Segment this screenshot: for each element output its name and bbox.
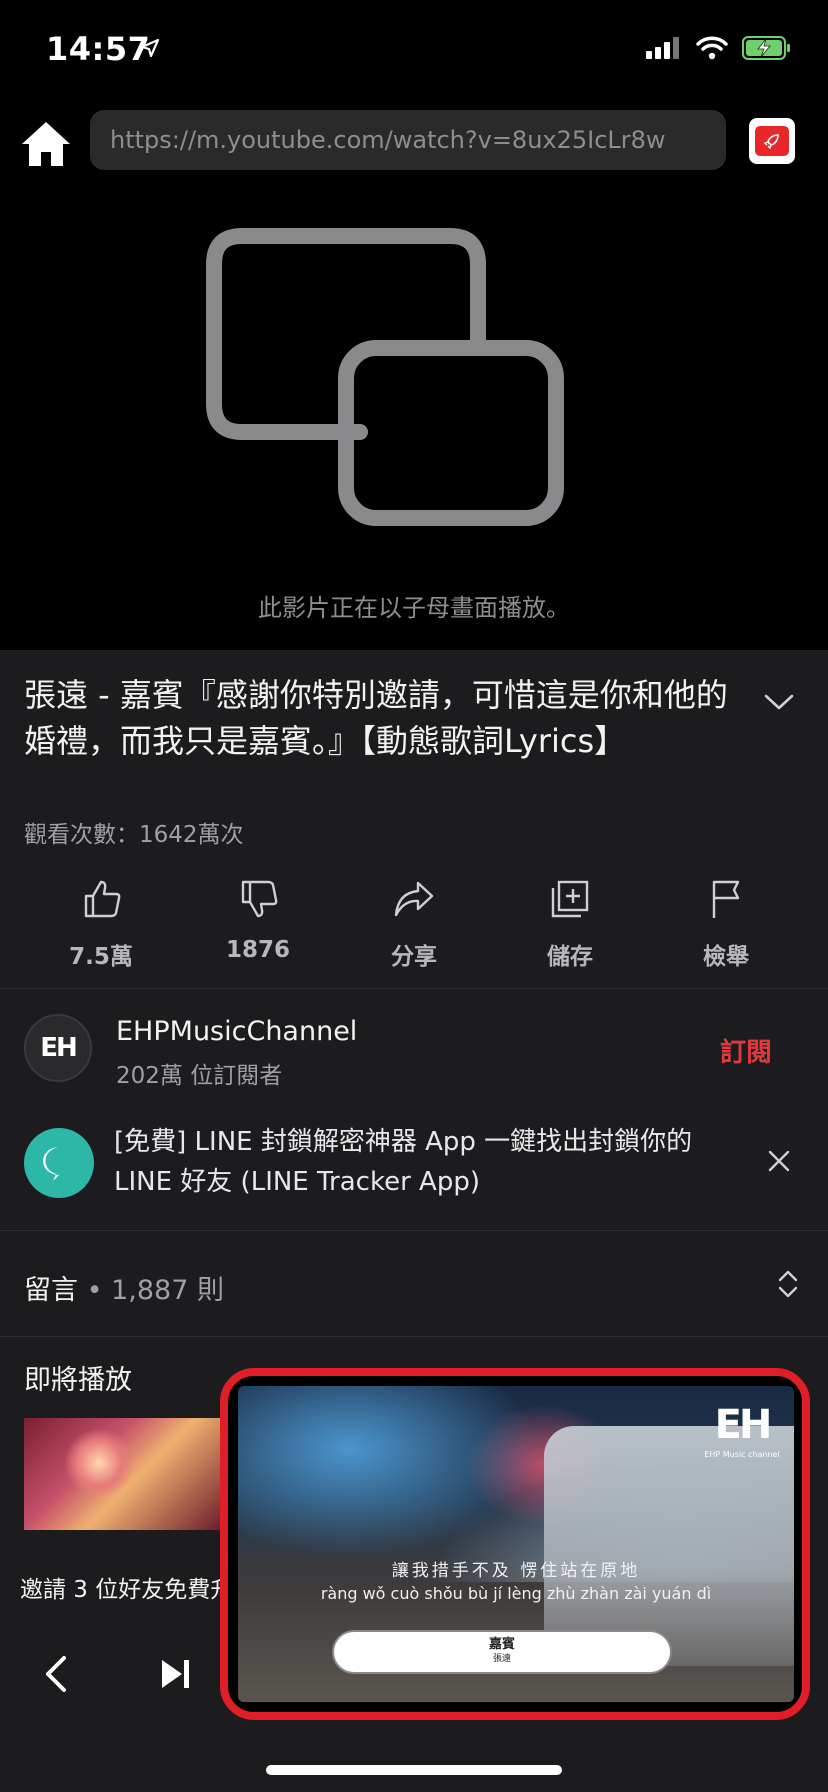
song-title-pill: 嘉賓 張遠 [332, 1630, 672, 1674]
watermark-sub: EHP Music channel [704, 1450, 780, 1459]
channel-avatar[interactable]: EH [24, 1014, 92, 1082]
song-artist: 張遠 [492, 1654, 511, 1664]
pip-video-window[interactable]: EH EHP Music channel 讓我措手不及 愣住站在原地 ràng w… [220, 1368, 810, 1720]
browser-toolbar: https://m.youtube.com/watch?v=8ux25IcLr8… [0, 100, 828, 190]
up-next-heading: 即將播放 [24, 1365, 132, 1396]
subscribe-button[interactable]: 訂閱 [720, 1032, 772, 1069]
rocket-icon [763, 134, 779, 150]
cellular-signal-icon [646, 37, 679, 59]
chevron-down-icon[interactable] [762, 690, 796, 714]
share-button[interactable]: 分享 [354, 875, 474, 971]
comments-count: • 1,887 則 [78, 1275, 224, 1306]
invite-banner[interactable]: 邀請 3 位好友免費升 [20, 1570, 220, 1604]
promoted-app-banner[interactable]: [免費] LINE 封鎖解密神器 App 一鍵找出封鎖你的LINE 好友 (LI… [0, 1108, 828, 1228]
flag-icon [712, 880, 740, 918]
up-next-thumbnail[interactable] [24, 1418, 224, 1530]
pip-video-frame: EH EHP Music channel 讓我措手不及 愣住站在原地 ràng w… [238, 1386, 794, 1702]
view-count: 觀看次數：1642萬次 [24, 822, 244, 848]
like-button[interactable]: 7.5萬 [41, 875, 161, 971]
save-label: 儲存 [547, 944, 593, 970]
comments-section[interactable]: 留言 • 1,887 則 [0, 1232, 828, 1336]
wifi-icon [696, 36, 728, 60]
divider [0, 1336, 828, 1337]
watermark-logo: EH [714, 1402, 773, 1448]
thumbs-up-icon [84, 880, 121, 918]
dislike-button[interactable]: 1876 [198, 875, 318, 963]
battery-charging-icon [742, 36, 790, 60]
ad-text[interactable]: [免費] LINE 封鎖解密神器 App 一鍵找出封鎖你的LINE 好友 (LI… [114, 1122, 734, 1202]
back-arrow-icon[interactable] [42, 1654, 72, 1694]
url-field[interactable]: https://m.youtube.com/watch?v=8ux25IcLr8… [90, 110, 726, 170]
channel-row[interactable]: EH EHPMusicChannel 202萬 位訂閱者 訂閱 [0, 988, 828, 1108]
divider [0, 1230, 828, 1231]
expand-collapse-icon[interactable] [776, 1268, 800, 1300]
picture-in-picture-icon [206, 228, 564, 526]
report-label: 檢舉 [703, 944, 749, 970]
like-count: 7.5萬 [69, 944, 133, 970]
save-button[interactable]: 儲存 [510, 875, 630, 971]
video-title: 張遠 - 嘉賓『感謝你特別邀請，可惜這是你和他的婚禮，而我只是嘉賓。』【動態歌詞… [24, 676, 728, 760]
location-arrow-icon [140, 38, 160, 58]
add-to-playlist-icon [551, 880, 589, 918]
close-icon[interactable] [766, 1148, 792, 1174]
status-indicators [646, 36, 792, 60]
action-row: 7.5萬 1876 分享 儲存 檢舉 [0, 875, 828, 985]
home-indicator[interactable] [266, 1765, 562, 1775]
channel-name[interactable]: EHPMusicChannel [116, 1016, 357, 1047]
dislike-count: 1876 [225, 937, 290, 963]
status-bar: 14:57 [0, 0, 828, 100]
pip-message: 此影片正在以子母畫面播放。 [258, 594, 570, 622]
comments-label: 留言 • 1,887 則 [24, 1268, 224, 1307]
thumbs-down-icon [241, 880, 278, 918]
unlock-icon [43, 1147, 66, 1181]
channel-watermark: EH EHP Music channel [702, 1400, 782, 1460]
app-icon [24, 1128, 94, 1198]
rocket-button[interactable] [749, 118, 795, 164]
status-time: 14:57 [46, 30, 151, 68]
lyric-chinese: 讓我措手不及 愣住站在原地 [391, 1561, 641, 1581]
lyric-pinyin: ràng wǒ cuò shǒu bù jí lèng zhù zhàn zài… [320, 1584, 712, 1603]
subscriber-count: 202萬 位訂閱者 [116, 1063, 283, 1089]
share-icon [394, 881, 434, 917]
skip-next-icon[interactable] [158, 1654, 194, 1694]
comments-title: 留言 [24, 1275, 78, 1306]
home-icon[interactable] [18, 116, 74, 172]
video-player[interactable]: 此影片正在以子母畫面播放。 [0, 190, 828, 650]
report-button[interactable]: 檢舉 [666, 875, 786, 971]
share-label: 分享 [391, 944, 437, 970]
song-title: 嘉賓 [488, 1637, 515, 1652]
